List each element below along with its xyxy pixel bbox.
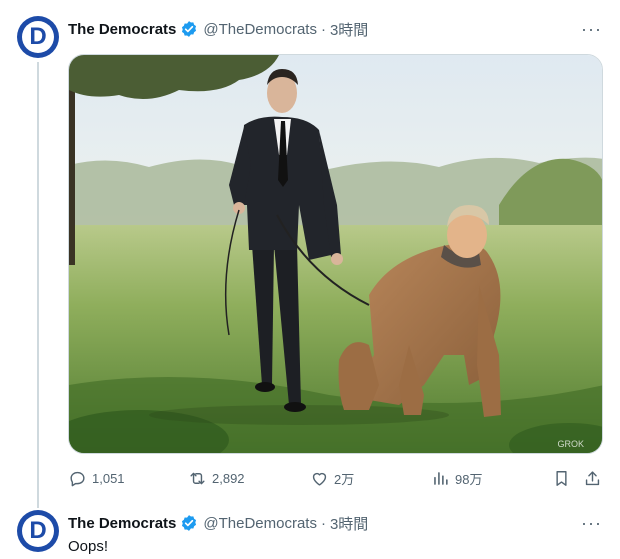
bookmark-icon xyxy=(556,470,567,486)
image-watermark: GROK xyxy=(557,439,584,449)
views-chart-icon xyxy=(434,471,448,485)
reply-display-name[interactable]: The Democrats xyxy=(68,515,176,532)
logo-letter: D xyxy=(29,517,47,544)
handle[interactable]: @TheDemocrats xyxy=(203,21,317,38)
reply-header: The Democrats @TheDemocrats · 3時間 xyxy=(68,512,368,534)
display-name[interactable]: The Democrats xyxy=(68,21,176,38)
repost-icon xyxy=(190,472,205,484)
like-count: 2万 xyxy=(334,471,355,487)
democrats-logo: D xyxy=(22,21,54,53)
share-button[interactable] xyxy=(583,466,602,490)
reply-handle[interactable]: @TheDemocrats xyxy=(203,515,317,532)
timestamp[interactable]: 3時間 xyxy=(330,19,368,40)
bookmark-button[interactable] xyxy=(552,466,571,490)
reply-more-options-icon[interactable]: ··· xyxy=(581,512,602,534)
reply-count: 1,051 xyxy=(92,470,125,486)
tweet-image[interactable]: GROK xyxy=(68,54,603,454)
separator-dot: · xyxy=(320,514,326,532)
like-button[interactable]: 2万 xyxy=(310,466,354,490)
thread-line xyxy=(37,62,39,508)
verified-badge-icon xyxy=(182,515,197,531)
tweet-photo: GROK xyxy=(69,55,602,453)
logo-letter: D xyxy=(29,23,47,50)
views-button[interactable]: 98万 xyxy=(431,466,482,490)
heart-icon xyxy=(312,472,327,486)
reply-button[interactable]: 1,051 xyxy=(68,466,125,490)
view-count: 98万 xyxy=(455,471,483,487)
tweet-action-bar: 1,051 2,892 2万 98万 xyxy=(68,466,603,490)
separator-dot: · xyxy=(320,20,326,38)
democrats-logo: D xyxy=(22,515,54,547)
avatar[interactable]: D xyxy=(17,16,59,58)
repost-count: 2,892 xyxy=(212,470,245,486)
reply-timestamp[interactable]: 3時間 xyxy=(330,513,368,534)
share-icon xyxy=(585,470,600,485)
repost-button[interactable]: 2,892 xyxy=(188,466,245,490)
verified-badge-icon xyxy=(182,21,197,37)
reply-avatar[interactable]: D xyxy=(17,510,59,552)
more-options-icon[interactable]: ··· xyxy=(581,18,602,40)
tweet-header: The Democrats @TheDemocrats · 3時間 xyxy=(68,18,368,40)
reply-text: Oops! xyxy=(68,538,109,555)
reply-icon xyxy=(70,471,85,486)
